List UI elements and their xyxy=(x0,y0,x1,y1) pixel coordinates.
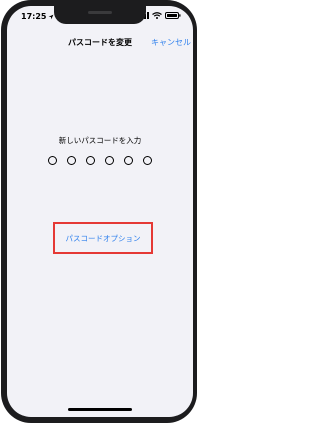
passcode-dot xyxy=(48,156,57,165)
passcode-dot xyxy=(86,156,95,165)
notch xyxy=(54,6,146,24)
phone-screen: 17:25 パスコードを変更 キャンセル 新しいパスコードを入力 パスコードオプ… xyxy=(7,6,193,417)
passcode-dot xyxy=(105,156,114,165)
passcode-entry-dots xyxy=(7,156,193,165)
passcode-dot xyxy=(67,156,76,165)
options-highlight-box: パスコードオプション xyxy=(53,222,153,254)
wifi-icon xyxy=(152,12,162,19)
battery-icon xyxy=(165,12,181,19)
screenshot-stage: 17:25 パスコードを変更 キャンセル 新しいパスコードを入力 パスコードオプ… xyxy=(0,0,200,425)
passcode-dot xyxy=(143,156,152,165)
speaker-grille xyxy=(88,11,112,14)
passcode-options-button[interactable]: パスコードオプション xyxy=(66,233,141,244)
status-time-group: 17:25 xyxy=(21,12,54,21)
phone-frame: 17:25 パスコードを変更 キャンセル 新しいパスコードを入力 パスコードオプ… xyxy=(1,0,197,423)
passcode-dot xyxy=(124,156,133,165)
navigation-bar: パスコードを変更 キャンセル xyxy=(7,32,193,56)
home-indicator[interactable] xyxy=(68,408,132,411)
cancel-button[interactable]: キャンセル xyxy=(151,37,191,48)
passcode-prompt: 新しいパスコードを入力 xyxy=(58,136,142,145)
status-time: 17:25 xyxy=(21,12,47,21)
